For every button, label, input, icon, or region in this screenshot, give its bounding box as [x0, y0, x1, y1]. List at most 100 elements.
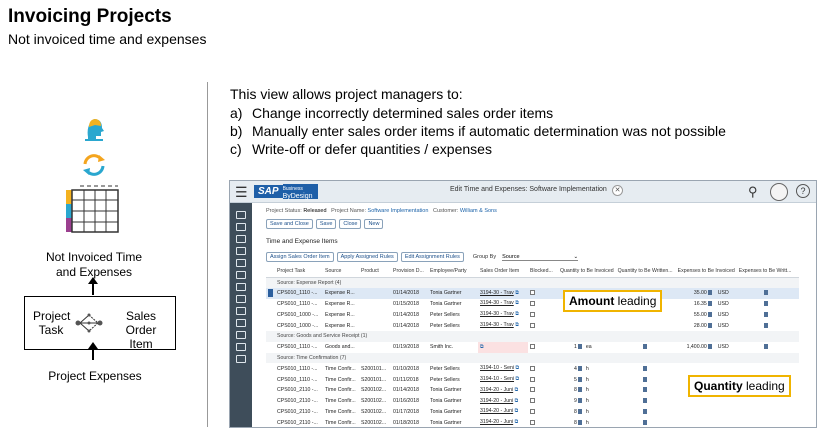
employee-party-link[interactable]: Tonia Gartner [428, 396, 478, 407]
row-selector[interactable] [266, 287, 275, 299]
quantity-write-off-cell[interactable] [616, 320, 676, 331]
blocked-checkbox[interactable] [530, 301, 535, 307]
sales-order-item-value[interactable]: 3194-20 - Juni [480, 408, 513, 414]
quantity-value[interactable]: 8 [574, 387, 577, 393]
product-link[interactable] [359, 287, 391, 299]
edit-field-icon[interactable] [642, 409, 647, 415]
sales-order-item-field[interactable]: ⧉ [478, 341, 528, 353]
employee-party-link[interactable]: Tonia Gartner [428, 407, 478, 418]
home-icon[interactable] [236, 211, 246, 219]
column-header[interactable]: Product [359, 265, 391, 278]
employee-party-link[interactable]: Peter Sellers [428, 309, 478, 320]
group-label[interactable]: Source: Expense Report (4) [275, 277, 799, 288]
expenses-to-invoice-cell[interactable] [676, 417, 737, 427]
expenses-to-invoice-cell[interactable] [676, 407, 737, 418]
edit-field-icon[interactable] [642, 419, 647, 425]
blocked-checkbox[interactable] [530, 344, 535, 350]
new-button[interactable]: New [364, 219, 384, 229]
row-selector[interactable] [266, 417, 275, 427]
quantity-value[interactable]: 5 [574, 377, 577, 383]
quantity-value[interactable]: 9 [574, 398, 577, 404]
assign-sales-order-item-button[interactable]: Assign Sales Order Item [266, 252, 334, 262]
amount-value[interactable]: 1,400.00 [687, 344, 707, 350]
table-row[interactable]: CPS010_1110 -... Time Confir... S200101...… [266, 363, 799, 374]
blocked-cell[interactable] [528, 342, 558, 353]
edit-field-icon[interactable] [577, 419, 582, 425]
sales-order-item-field[interactable]: 3194-30 - Trav ⧉ [478, 299, 528, 310]
quantity-write-off-cell[interactable] [616, 407, 676, 418]
nav-item-icon[interactable] [236, 271, 246, 279]
quantity-to-invoice-cell[interactable]: 8h [558, 407, 616, 418]
project-task-link[interactable]: CPS010_1000 -... [275, 309, 323, 320]
row-selector[interactable] [266, 309, 275, 320]
edit-field-icon[interactable] [642, 387, 647, 393]
column-header[interactable]: Employee/Party [428, 265, 478, 278]
column-header[interactable]: Blocked... [528, 265, 558, 278]
nav-item-icon[interactable] [236, 259, 246, 267]
sales-order-item-field[interactable]: 3194-10 - Seni ⧉ [478, 374, 528, 385]
employee-party-link[interactable]: Peter Sellers [428, 320, 478, 331]
blocked-cell[interactable] [528, 287, 558, 299]
save-button[interactable]: Save [315, 219, 337, 229]
product-link[interactable]: S200102... [359, 396, 391, 407]
employee-party-link[interactable]: Peter Sellers [428, 363, 478, 374]
blocked-cell[interactable] [528, 385, 558, 396]
quantity-write-off-cell[interactable] [616, 385, 676, 396]
group-row[interactable]: Source: Expense Report (4) [266, 277, 799, 288]
row-selector[interactable] [266, 299, 275, 310]
edit-field-icon[interactable] [763, 290, 768, 296]
value-help-icon[interactable]: ⧉ [514, 376, 519, 382]
sales-order-item-value[interactable]: 3194-20 - Juni [480, 419, 513, 425]
edit-field-icon[interactable] [763, 311, 768, 317]
edit-field-icon[interactable] [577, 398, 582, 404]
nav-item-icon[interactable] [236, 343, 246, 351]
sales-order-item-value[interactable]: 3194-10 - Seni [480, 376, 514, 382]
amount-value[interactable]: 55.00 [694, 312, 707, 318]
edit-field-icon[interactable] [707, 322, 712, 328]
blocked-cell[interactable] [528, 374, 558, 385]
blocked-cell[interactable] [528, 320, 558, 331]
quantity-to-invoice-cell[interactable]: 1 ea [558, 342, 616, 353]
hamburger-menu-icon[interactable]: ☰ [235, 184, 248, 201]
product-link[interactable]: S200102... [359, 407, 391, 418]
edit-field-icon[interactable] [707, 301, 712, 307]
employee-party-link[interactable]: Peter Sellers [428, 374, 478, 385]
edit-field-icon[interactable] [577, 365, 582, 371]
product-link[interactable] [359, 342, 391, 353]
row-selector[interactable] [266, 385, 275, 396]
expenses-to-invoice-cell[interactable]: 35.00 USD [675, 287, 737, 299]
value-help-icon[interactable]: ⧉ [513, 408, 519, 414]
employee-party-link[interactable]: Tonia Gartner [428, 385, 478, 396]
quantity-write-off-cell[interactable] [616, 396, 676, 407]
value-help-icon[interactable]: ⧉ [480, 344, 484, 350]
sales-order-item-value[interactable]: 3194-30 - Trav [480, 300, 514, 306]
table-row[interactable]: CPS010_1110 -... Expense R... 01/14/2018 To… [266, 287, 799, 299]
sales-order-item-field[interactable]: 3194-20 - Juni ⧉ [478, 417, 528, 427]
quantity-to-invoice-cell[interactable]: 5h [558, 374, 616, 385]
edit-field-icon[interactable] [707, 311, 712, 317]
save-and-close-button[interactable]: Save and Close [266, 219, 313, 229]
column-header[interactable]: Quantity to Be Written... [615, 265, 676, 278]
sales-order-item-field[interactable]: 3194-20 - Juni ⧉ [478, 396, 528, 407]
close-icon[interactable]: ✕ [612, 185, 623, 196]
nav-item-icon[interactable] [236, 307, 246, 315]
blocked-checkbox[interactable] [530, 387, 535, 393]
edit-field-icon[interactable] [642, 344, 647, 350]
row-selector[interactable] [266, 363, 275, 374]
expenses-to-invoice-cell[interactable]: 55.00 USD [676, 309, 737, 320]
project-task-link[interactable]: CPS010_1000 -... [275, 320, 323, 331]
amount-value[interactable]: 35.00 [694, 290, 707, 296]
product-link[interactable]: S200102... [359, 417, 391, 427]
amount-value[interactable]: 28.00 [694, 323, 707, 329]
sales-order-item-field[interactable]: 3194-20 - Juni ⧉ [478, 385, 528, 396]
quantity-to-invoice-cell[interactable] [558, 320, 616, 331]
project-task-link[interactable]: CPS010_2110 -... [275, 417, 323, 427]
product-link[interactable] [359, 309, 391, 320]
expenses-to-invoice-cell[interactable]: 16.35 USD [676, 299, 737, 310]
project-task-link[interactable]: CPS010_2110 -... [275, 385, 323, 396]
project-task-link[interactable]: CPS010_1110 -... [275, 374, 323, 385]
edit-field-icon[interactable] [577, 376, 582, 382]
edit-field-icon[interactable] [642, 376, 647, 382]
expenses-to-invoice-cell[interactable] [676, 396, 737, 407]
project-task-link[interactable]: CPS010_1110 -... [275, 287, 323, 299]
